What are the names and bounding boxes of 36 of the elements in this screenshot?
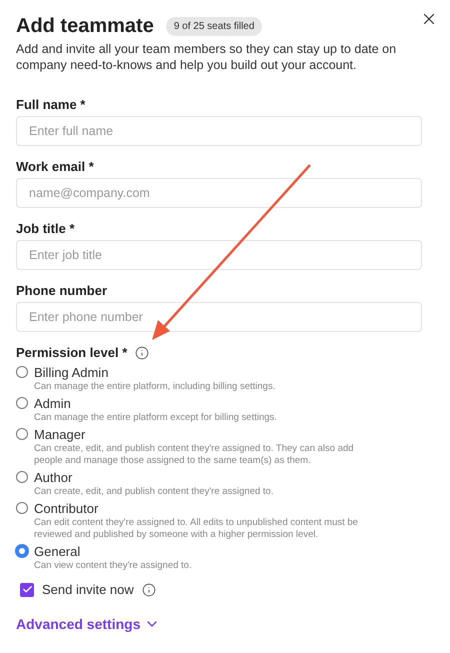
- field-label: Full name *: [16, 97, 86, 113]
- input-field[interactable]: Enter phone number: [16, 302, 422, 332]
- dialog-description: Add and invite all your team members so they can stay up to date on company need-to-knows and help you build out your account.: [16, 41, 398, 73]
- option-label: Author: [34, 469, 74, 486]
- option-description: Can manage the entire platform except for billing settings.: [34, 412, 278, 424]
- checkbox-label: Send invite now: [42, 581, 134, 599]
- field-label: Phone number: [16, 283, 108, 299]
- option-label: General: [34, 543, 82, 560]
- permission-label: Permission level *: [16, 344, 128, 362]
- radio-button[interactable]: [16, 545, 28, 557]
- radio-button[interactable]: [16, 366, 28, 378]
- radio-button[interactable]: [16, 502, 28, 514]
- option-description: Can edit content they're assigned to. All edits to unpublished content must be reviewed and published by someone with a higher permission level.: [34, 517, 359, 541]
- info-icon[interactable]: [135, 346, 150, 360]
- input-field[interactable]: Enter job title: [16, 240, 422, 270]
- input-field[interactable]: Enter full name: [16, 116, 422, 146]
- advanced-settings-link[interactable]: Advanced settings: [16, 614, 160, 634]
- option-description: Can create, edit, and publish content they're assigned to.: [34, 486, 274, 498]
- option-description: Can manage the entire platform, including billing settings.: [34, 381, 276, 393]
- option-label: Billing Admin: [34, 364, 110, 381]
- option-description: Can view content they're assigned to.: [34, 560, 193, 572]
- option-label: Contributor: [34, 500, 100, 517]
- check-icon: [22, 584, 32, 596]
- input-field[interactable]: name@company.com: [16, 178, 422, 208]
- dialog-title: Add teammate: [16, 14, 154, 39]
- field-label: Work email *: [16, 159, 95, 175]
- radio-button[interactable]: [16, 397, 28, 409]
- checkbox[interactable]: [20, 582, 34, 597]
- option-label: Manager: [34, 426, 86, 443]
- seats-badge: 9 of 25 seats filled: [166, 16, 262, 36]
- radio-button[interactable]: [16, 428, 28, 440]
- option-description: Can create, edit, and publish content they're assigned to. They can also add people and manage those assigned to the same team(s) as them.: [34, 443, 355, 467]
- field-label: Job title *: [16, 221, 76, 237]
- info-icon[interactable]: [142, 582, 156, 597]
- radio-button[interactable]: [16, 471, 28, 483]
- option-label: Admin: [34, 395, 72, 412]
